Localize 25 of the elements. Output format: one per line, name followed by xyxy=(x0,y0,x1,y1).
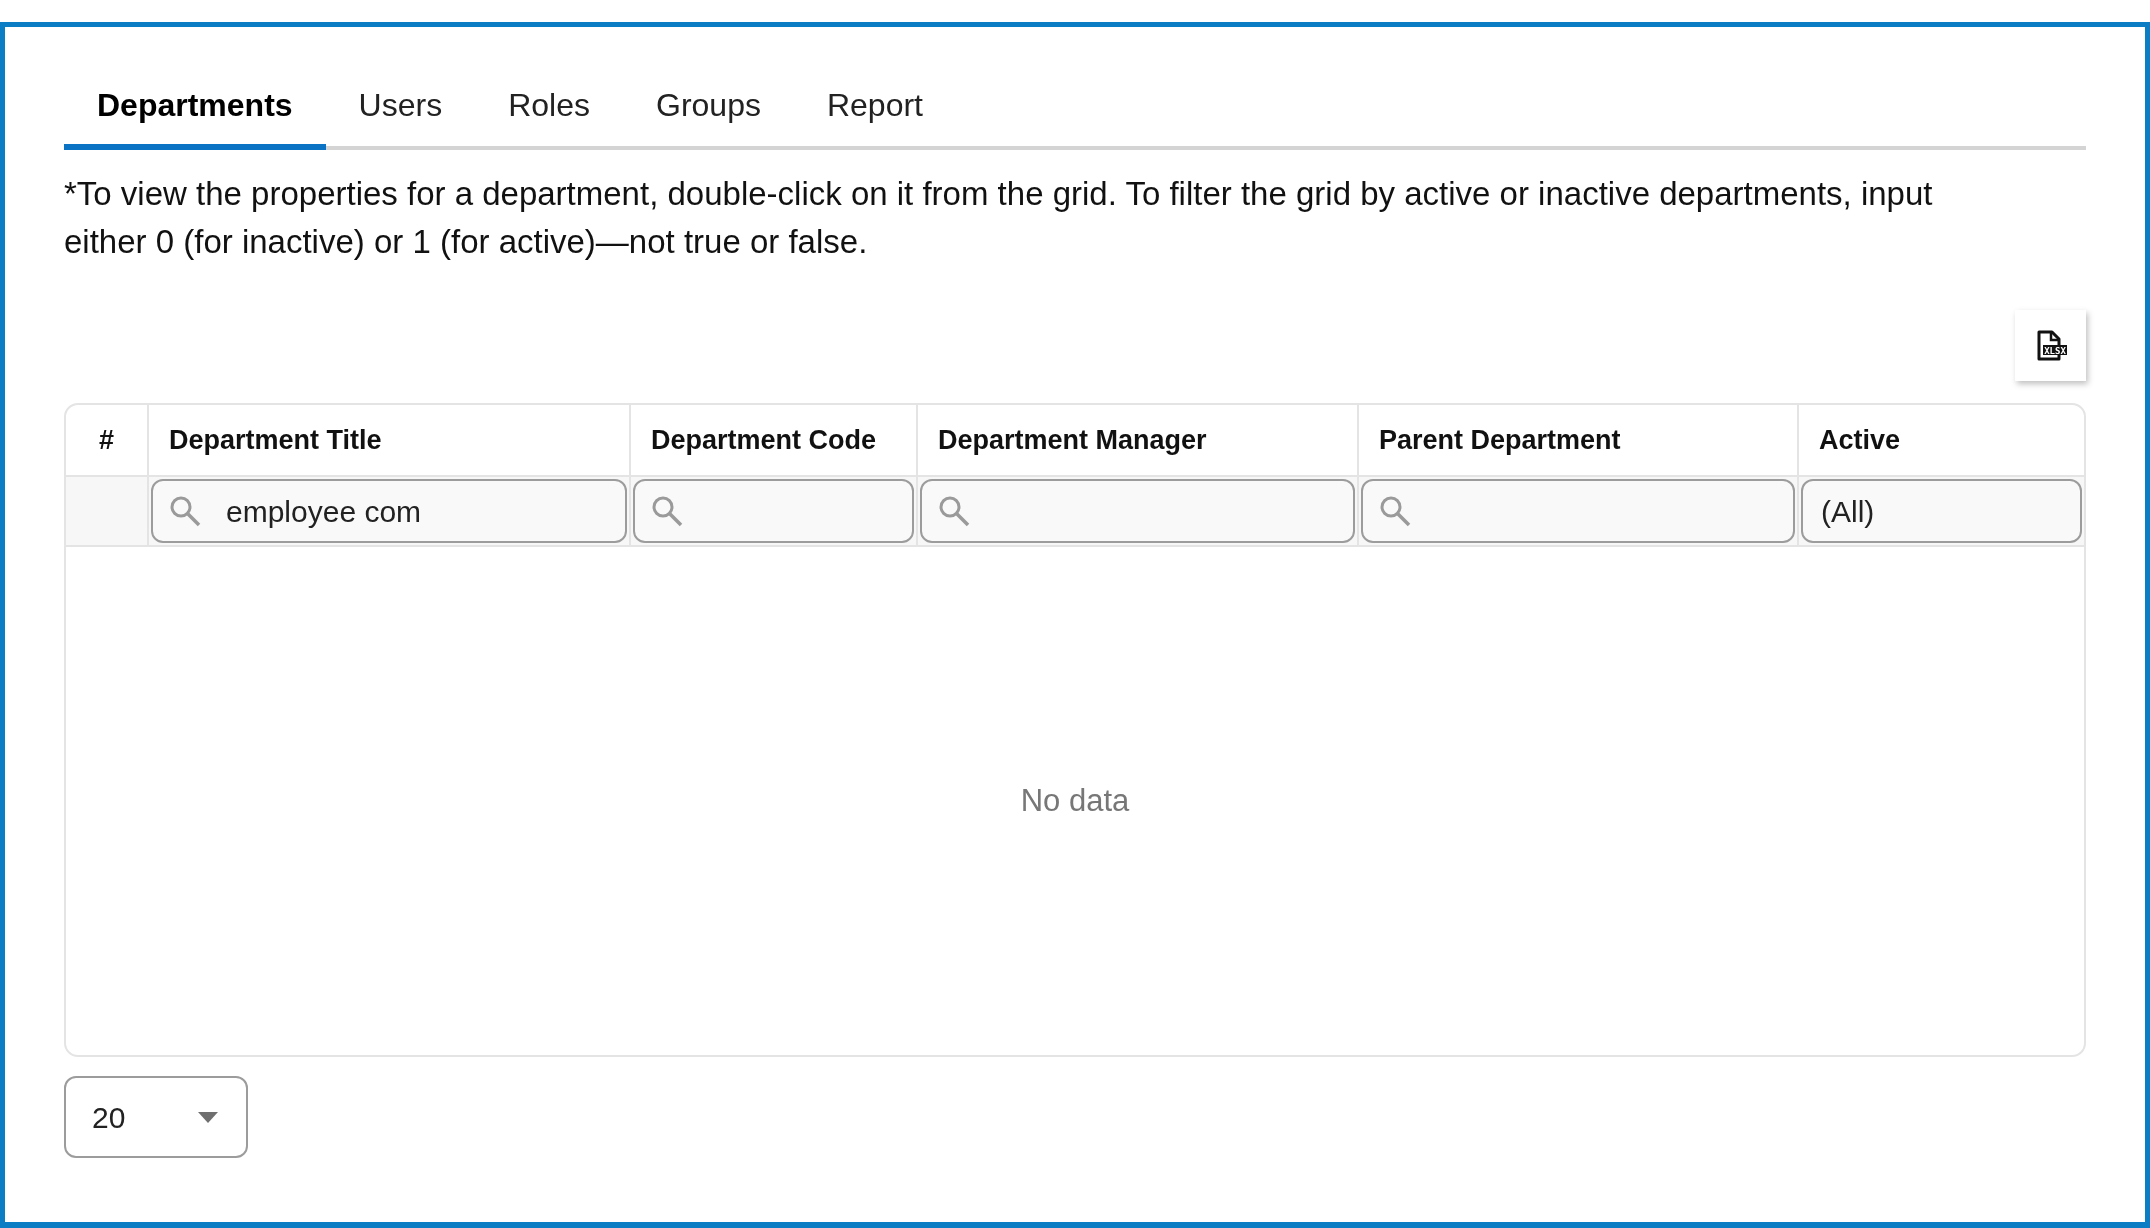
search-filter-field[interactable] xyxy=(633,479,914,543)
tab[interactable]: Users xyxy=(325,63,476,150)
dropdown-caret-icon xyxy=(198,1111,218,1123)
export-xlsx-button[interactable]: XLSX xyxy=(2015,310,2086,381)
column-header[interactable]: # xyxy=(99,419,114,461)
active-filter-select[interactable]: (All) xyxy=(1801,479,2082,543)
search-filter-field[interactable] xyxy=(1361,479,1795,543)
column-header[interactable]: Department Manager xyxy=(938,419,1207,461)
empty-message: No data xyxy=(1020,781,1130,820)
column-header[interactable]: Department Code xyxy=(651,419,877,461)
column-header[interactable]: Active xyxy=(1819,419,1901,461)
tab[interactable]: Roles xyxy=(475,63,623,150)
tab[interactable]: Groups xyxy=(623,63,794,150)
search-filter-field[interactable]: employee com xyxy=(151,479,627,543)
instructions-text: *To view the properties for a department, double-click on it from the grid. To filter the grid by active or inactive departments, input either 0 (for inactive) or 1 (for active)—not true or false. xyxy=(64,174,1934,262)
search-filter-field[interactable] xyxy=(920,479,1355,543)
column-header[interactable]: Department Title xyxy=(169,419,382,461)
search-icon xyxy=(169,495,201,527)
search-icon xyxy=(938,495,970,527)
tab[interactable]: Report xyxy=(793,63,956,150)
search-icon xyxy=(651,495,683,527)
search-icon xyxy=(1379,495,1411,527)
page-size-select[interactable]: 20 xyxy=(64,1076,248,1158)
tab[interactable]: Departments xyxy=(64,63,326,150)
column-header[interactable]: Parent Department xyxy=(1379,419,1621,461)
